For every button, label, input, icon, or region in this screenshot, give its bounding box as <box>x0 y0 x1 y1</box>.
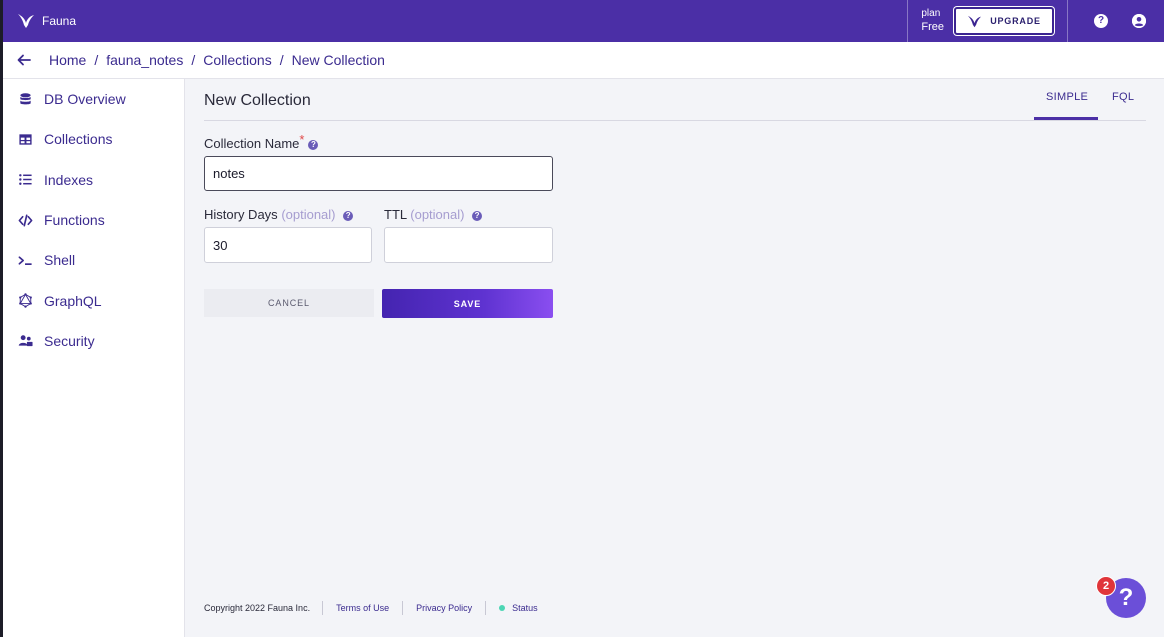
graphql-icon <box>17 293 33 309</box>
ttl-label: TTL (optional) ? <box>384 207 483 222</box>
list-icon <box>17 172 33 188</box>
plan-value: Free <box>921 21 944 33</box>
save-button[interactable]: SAVE <box>382 289 553 318</box>
help-icon[interactable]: ? <box>308 139 319 150</box>
collection-name-label-text: Collection Name <box>204 136 300 151</box>
plan-label: plan <box>921 8 941 19</box>
question-circle-icon[interactable]: ? <box>1094 14 1108 28</box>
sidebar-item-label: Indexes <box>44 171 94 188</box>
terminal-icon <box>17 252 33 268</box>
terms-link[interactable]: Terms of Use <box>323 601 404 615</box>
breadcrumb-separator: / <box>94 52 99 68</box>
sidebar-item-security[interactable]: Security <box>3 321 184 361</box>
table-icon <box>17 131 33 147</box>
history-days-label-text: History Days <box>204 207 278 222</box>
users-icon <box>17 333 33 349</box>
breadcrumb-separator: / <box>191 52 196 68</box>
question-icon: ? <box>1118 584 1134 611</box>
ttl-input[interactable] <box>384 227 553 263</box>
main-content: New Collection SIMPLE FQL Collection Nam… <box>185 79 1164 637</box>
sidebar-item-label: Functions <box>44 212 105 229</box>
sidebar-item-collections[interactable]: Collections <box>3 119 184 159</box>
tab-simple[interactable]: SIMPLE <box>1046 91 1088 103</box>
back-arrow-icon[interactable] <box>16 52 32 68</box>
collection-name-input[interactable] <box>204 156 553 191</box>
help-icon[interactable]: ? <box>472 210 483 221</box>
required-mark: * <box>299 132 305 147</box>
history-days-input[interactable] <box>204 227 372 263</box>
ttl-label-text: TTL <box>384 207 407 222</box>
page-title: New Collection <box>204 92 311 109</box>
sidebar-item-graphql[interactable]: GraphQL <box>3 280 184 320</box>
cancel-button[interactable]: CANCEL <box>204 289 374 317</box>
top-bar: Fauna plan Free UPGRADE ? <box>3 0 1164 42</box>
help-icon[interactable]: ? <box>343 210 354 221</box>
optional-hint: (optional) <box>281 207 336 222</box>
page-header: New Collection SIMPLE FQL <box>204 79 1146 121</box>
upgrade-label: UPGRADE <box>990 16 1041 26</box>
breadcrumb-current: New Collection <box>291 52 385 68</box>
sidebar-item-label: Security <box>44 332 95 349</box>
fauna-logo-icon <box>18 14 34 28</box>
sidebar-item-shell[interactable]: Shell <box>3 240 184 280</box>
brand-name: Fauna <box>42 14 77 28</box>
sidebar-item-label: GraphQL <box>44 292 102 309</box>
code-icon <box>17 212 33 228</box>
breadcrumb-database[interactable]: fauna_notes <box>106 52 183 68</box>
plan-info: plan Free <box>907 0 954 42</box>
database-icon <box>17 91 33 107</box>
sidebar-item-indexes[interactable]: Indexes <box>3 160 184 200</box>
notification-badge: 2 <box>1096 576 1116 596</box>
breadcrumb-separator: / <box>279 52 284 68</box>
footer: Copyright 2022 Fauna Inc. Terms of Use P… <box>204 599 538 617</box>
tab-fql[interactable]: FQL <box>1112 91 1134 103</box>
copyright: Copyright 2022 Fauna Inc. <box>204 601 324 615</box>
sidebar-item-label: DB Overview <box>44 91 126 108</box>
status-label: Status <box>512 603 538 613</box>
status-dot-icon <box>499 605 506 611</box>
history-days-label: History Days (optional) ? <box>204 207 354 222</box>
breadcrumb-home[interactable]: Home <box>49 52 86 68</box>
sidebar-item-db-overview[interactable]: DB Overview <box>3 79 184 119</box>
user-circle-icon[interactable] <box>1132 14 1146 28</box>
collection-name-label: Collection Name*? <box>204 132 319 151</box>
breadcrumb: Home / fauna_notes / Collections / New C… <box>3 42 1164 79</box>
sidebar: DB Overview Collections Indexes Function… <box>3 79 185 637</box>
upgrade-button[interactable]: UPGRADE <box>954 7 1054 35</box>
topbar-icons: ? <box>1067 0 1164 42</box>
active-tab-indicator <box>1034 117 1098 120</box>
sidebar-item-functions[interactable]: Functions <box>3 200 184 240</box>
sidebar-item-label: Shell <box>44 252 76 269</box>
fauna-logo-icon <box>968 15 982 27</box>
privacy-link[interactable]: Privacy Policy <box>403 601 487 615</box>
brand[interactable]: Fauna <box>3 0 76 42</box>
breadcrumb-collections[interactable]: Collections <box>203 52 271 68</box>
sidebar-item-label: Collections <box>44 131 113 148</box>
optional-hint: (optional) <box>410 207 465 222</box>
status-link[interactable]: Status <box>486 601 538 615</box>
